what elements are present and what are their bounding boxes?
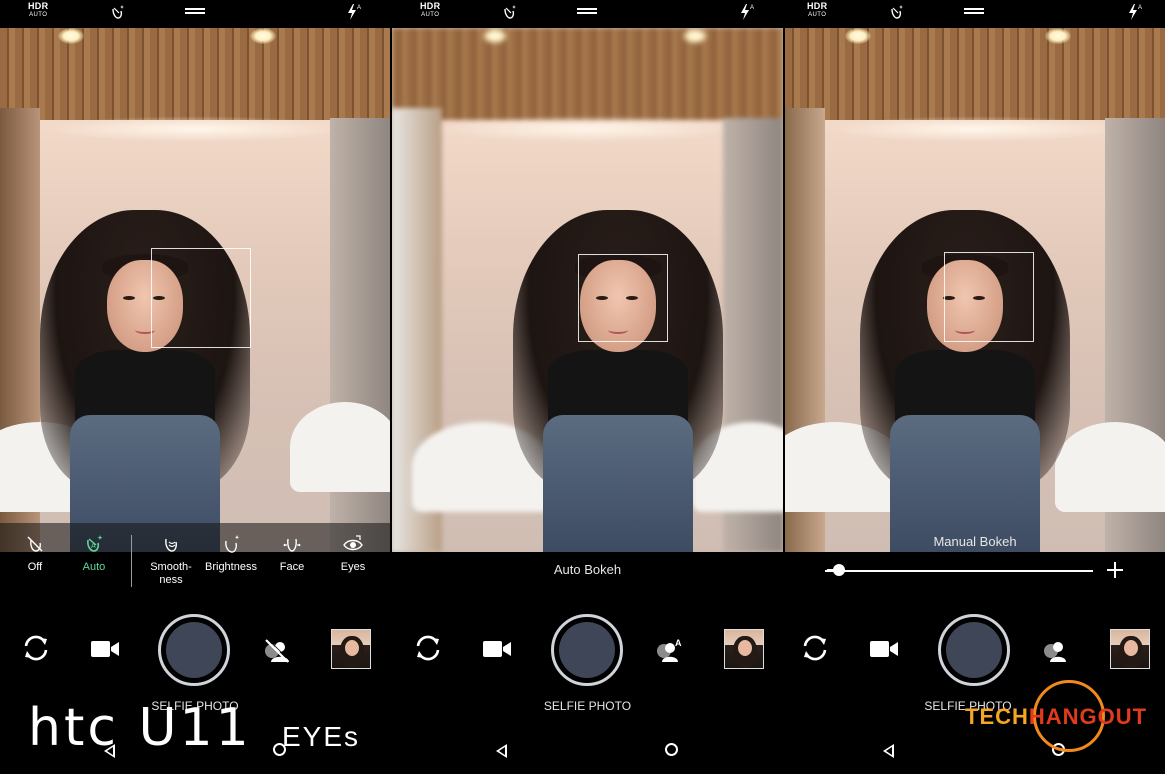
- beauty-option-brightness[interactable]: Brightness: [202, 533, 260, 574]
- face-icon: [283, 538, 301, 552]
- bokeh-off-icon[interactable]: [262, 636, 292, 666]
- video-mode-icon[interactable]: [482, 638, 512, 660]
- beauty-option-label: Eyes: [340, 561, 366, 573]
- beauty-option-eyes[interactable]: Eyes: [324, 533, 382, 574]
- video-mode-icon[interactable]: [90, 638, 120, 660]
- flash-badge: A: [1138, 5, 1142, 11]
- beauty-option-smoothness[interactable]: Smooth- ness: [142, 533, 200, 587]
- brightness-icon: [225, 535, 240, 553]
- bokeh-slider[interactable]: [825, 564, 1093, 576]
- hdr-mode: AUTO: [29, 12, 48, 18]
- beauty-mode-icon[interactable]: [500, 3, 518, 21]
- beauty-options-bar: Off A Auto Smooth- ness Brightness Face …: [0, 523, 390, 595]
- menu-icon[interactable]: [964, 8, 984, 16]
- bokeh-increase-icon[interactable]: [1107, 562, 1123, 578]
- options-divider: [131, 535, 132, 587]
- switch-camera-icon[interactable]: [799, 632, 831, 664]
- face-detection-box: [944, 252, 1034, 342]
- flash-badge: A: [750, 5, 754, 11]
- camera-screen-1: HDR AUTO A Off A Auto Smooth- ness Brigh…: [0, 0, 390, 774]
- bokeh-badge: A: [675, 638, 682, 648]
- camera-top-bar: HDR AUTO A: [785, 0, 1165, 28]
- back-icon[interactable]: [496, 744, 507, 758]
- hdr-mode: AUTO: [808, 12, 827, 18]
- beauty-option-auto[interactable]: A Auto: [65, 533, 123, 574]
- beauty-option-face[interactable]: Face: [263, 533, 321, 574]
- viewfinder[interactable]: [785, 28, 1165, 552]
- camera-top-bar: HDR AUTO A: [392, 0, 783, 28]
- bokeh-manual-icon[interactable]: [1041, 636, 1071, 666]
- techhangout-text: TECHHANGOUT: [965, 704, 1147, 730]
- svg-text:A: A: [91, 543, 96, 550]
- flash-auto-icon[interactable]: A: [739, 3, 755, 21]
- beauty-option-label: Off: [27, 561, 43, 573]
- switch-camera-icon[interactable]: [20, 632, 52, 664]
- hdr-toggle[interactable]: HDR AUTO: [420, 1, 441, 19]
- shutter-button[interactable]: [938, 614, 1010, 686]
- eyes-icon: [343, 535, 363, 551]
- face-detection-box: [578, 254, 668, 342]
- flash-auto-icon[interactable]: A: [1127, 3, 1143, 21]
- hdr-toggle[interactable]: HDR AUTO: [28, 1, 49, 19]
- shutter-button[interactable]: [551, 614, 623, 686]
- menu-icon[interactable]: [577, 8, 597, 16]
- nav-bar: [392, 738, 783, 766]
- camera-screen-2: HDR AUTO A Auto Bokeh A SELFIE PHOTO: [392, 0, 783, 774]
- camera-top-bar: HDR AUTO A: [0, 0, 390, 28]
- viewfinder[interactable]: [392, 28, 783, 552]
- flash-badge: A: [357, 5, 361, 11]
- bokeh-mode-label: Auto Bokeh: [553, 562, 622, 577]
- beauty-mode-icon[interactable]: [108, 3, 126, 21]
- hdr-label: HDR: [420, 1, 441, 11]
- gallery-thumbnail[interactable]: [724, 629, 764, 669]
- beauty-option-label: Face: [279, 561, 305, 573]
- beauty-off-icon: [27, 536, 43, 552]
- back-icon[interactable]: [883, 744, 894, 758]
- slider-knob[interactable]: [833, 564, 845, 576]
- htc-watermark-suffix: EYEs: [282, 721, 361, 752]
- switch-camera-icon[interactable]: [412, 632, 444, 664]
- gallery-thumbnail[interactable]: [331, 629, 371, 669]
- flash-auto-icon[interactable]: A: [346, 3, 362, 21]
- hdr-label: HDR: [807, 1, 828, 11]
- techhangout-tech: TECH: [965, 704, 1029, 729]
- home-icon[interactable]: [665, 743, 678, 756]
- bokeh-mode-label: Manual Bokeh: [933, 534, 1017, 549]
- hdr-mode: AUTO: [421, 12, 440, 18]
- gallery-thumbnail[interactable]: [1110, 629, 1150, 669]
- video-mode-icon[interactable]: [869, 638, 899, 660]
- beauty-auto-icon: A: [87, 535, 103, 552]
- hdr-label: HDR: [28, 1, 49, 11]
- beauty-option-label: Smooth- ness: [150, 561, 192, 586]
- techhangout-hangout: HANGOUT: [1028, 704, 1148, 729]
- techhangout-watermark: TECHHANGOUT: [965, 680, 1165, 760]
- viewfinder[interactable]: [0, 28, 390, 552]
- shutter-button[interactable]: [158, 614, 230, 686]
- camera-mode-label[interactable]: SELFIE PHOTO: [392, 699, 783, 713]
- camera-screen-3: HDR AUTO A Manual Bokeh SELFIE PHOTO: [785, 0, 1165, 774]
- face-detection-box: [151, 248, 251, 348]
- smoothness-icon: [165, 538, 177, 552]
- hdr-toggle[interactable]: HDR AUTO: [807, 1, 828, 19]
- beauty-option-label: Brightness: [205, 561, 257, 573]
- beauty-option-label: Auto: [82, 561, 106, 573]
- beauty-option-off[interactable]: Off: [6, 533, 64, 574]
- beauty-mode-icon[interactable]: [887, 3, 905, 21]
- menu-icon[interactable]: [185, 8, 205, 16]
- bokeh-auto-icon[interactable]: A: [654, 636, 684, 666]
- htc-watermark: htc U11: [28, 698, 252, 758]
- slider-track[interactable]: [825, 570, 1093, 572]
